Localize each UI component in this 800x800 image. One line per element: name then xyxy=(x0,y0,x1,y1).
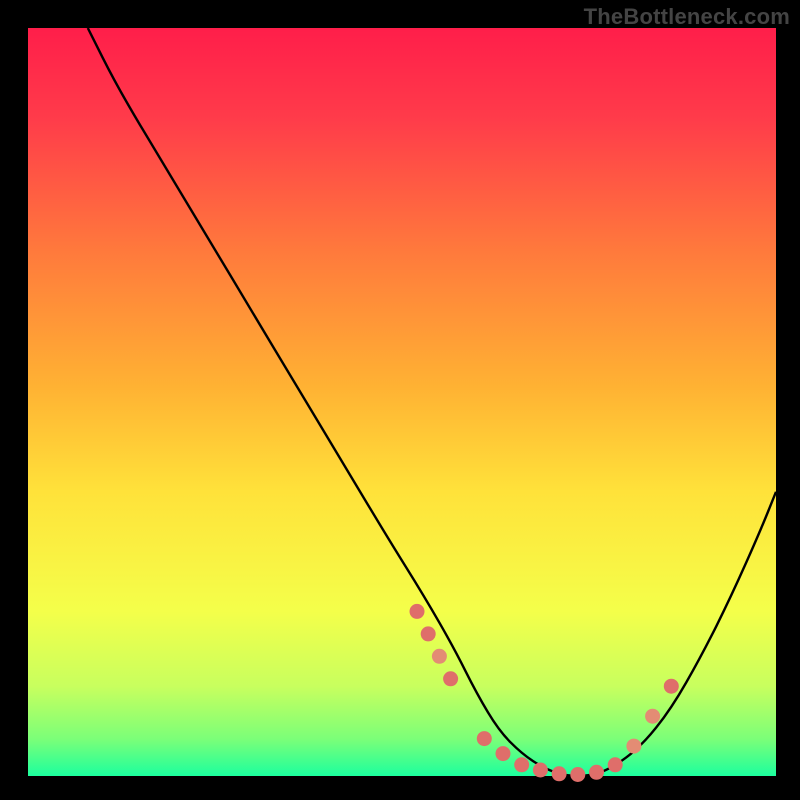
marker-dot xyxy=(432,649,447,664)
marker-dot xyxy=(552,766,567,781)
chart-stage: TheBottleneck.com xyxy=(0,0,800,800)
marker-dot xyxy=(589,765,604,780)
marker-dot xyxy=(496,746,511,761)
marker-dot xyxy=(533,763,548,778)
marker-dot xyxy=(477,731,492,746)
marker-dot xyxy=(608,757,623,772)
bottleneck-chart xyxy=(0,0,800,800)
marker-dot xyxy=(410,604,425,619)
marker-dot xyxy=(514,757,529,772)
marker-dot xyxy=(626,739,641,754)
marker-dot xyxy=(664,679,679,694)
marker-dot xyxy=(645,709,660,724)
plot-background xyxy=(28,28,776,776)
marker-dot xyxy=(570,767,585,782)
marker-dot xyxy=(421,626,436,641)
marker-dot xyxy=(443,671,458,686)
